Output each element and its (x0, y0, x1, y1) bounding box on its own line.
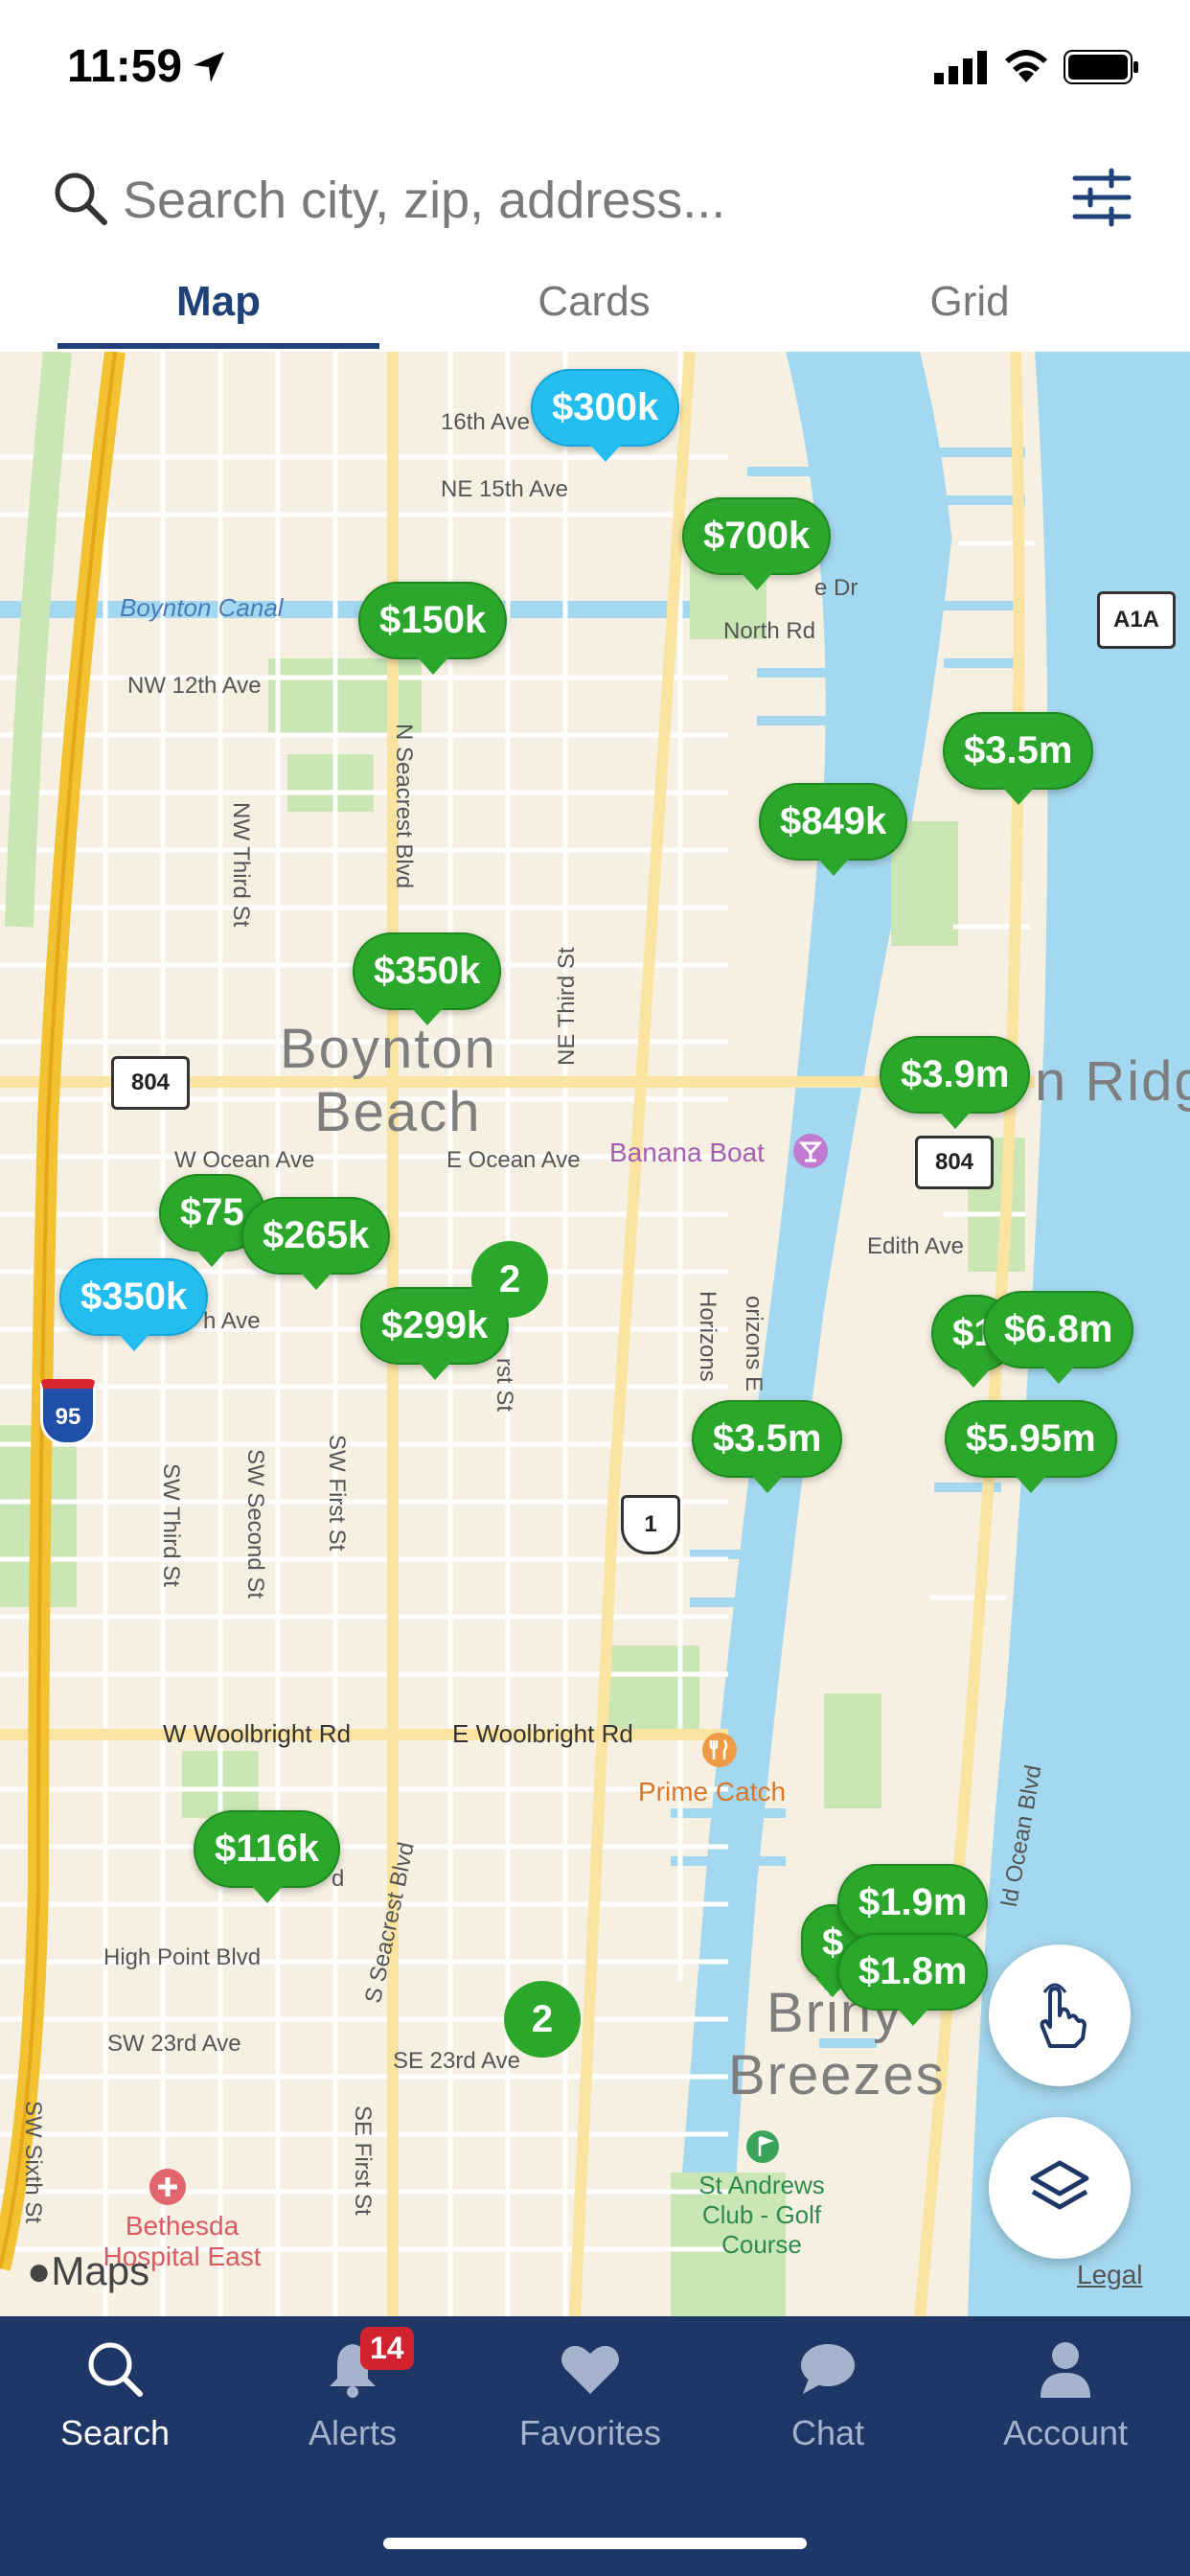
city-label: Breezes (728, 2044, 946, 2106)
street-label: N Seacrest Blvd (391, 724, 417, 889)
street-label: North Rd (723, 618, 816, 644)
street-label: W Woolbright Rd (163, 1719, 352, 1748)
street-label: SW Third St (158, 1463, 184, 1587)
street-label: High Point Blvd (103, 1944, 262, 1970)
interstate-95-shield: 95 (40, 1379, 96, 1445)
legal-link[interactable]: Legal (1077, 2260, 1143, 2290)
search-input[interactable]: Search city, zip, address... (123, 171, 725, 230)
street-label: 16th Ave (441, 409, 530, 435)
apple-maps-attribution: ●Maps (27, 2248, 150, 2293)
route-a1a-shield: A1A (1097, 591, 1176, 649)
hand-pointer-icon (1040, 1983, 1087, 2048)
listing-pin[interactable]: $1.8m (837, 1933, 989, 2026)
city-label: Beach (314, 1081, 482, 1143)
wifi-icon (1005, 50, 1047, 82)
route-804-shield: 804 (915, 1136, 994, 1189)
street-label: SE 23rd Ave (393, 2048, 520, 2074)
street-label: NW Third St (228, 802, 254, 928)
street-label: SW Sixth St (20, 2101, 46, 2224)
street-label: Edith Ave (867, 1233, 964, 1259)
status-bar: 11:59 (0, 0, 1190, 144)
listing-pin[interactable]: $350k (59, 1258, 209, 1351)
apple-logo-icon: ● (27, 2248, 52, 2293)
street-label: SW 23rd Ave (107, 2031, 241, 2057)
listing-cluster[interactable]: 2 (471, 1241, 548, 1318)
tab-search[interactable]: Search (0, 2338, 230, 2453)
street-label: Horizons (695, 1291, 721, 1382)
listing-pin[interactable]: $3.9m (880, 1036, 1031, 1129)
street-label: E Ocean Ave (446, 1147, 581, 1173)
listing-pin[interactable]: $6.8m (983, 1291, 1134, 1384)
status-time: 11:59 (67, 41, 183, 92)
golf-icon[interactable] (745, 2129, 780, 2164)
cocktail-icon[interactable] (792, 1133, 829, 1169)
listing-pin[interactable]: $350k (353, 932, 502, 1025)
street-label: SW Second St (242, 1449, 268, 1599)
listing-pin[interactable]: $700k (682, 497, 832, 590)
tab-label: Favorites (518, 2413, 662, 2452)
tab-favorites[interactable]: Favorites (475, 2338, 705, 2453)
street-label: SW First St (324, 1435, 350, 1552)
street-label: rst St (492, 1358, 517, 1413)
listing-pin[interactable]: $116k (194, 1810, 341, 1903)
restaurant-icon[interactable] (701, 1732, 738, 1768)
tab-map[interactable]: Map (27, 278, 410, 326)
person-icon (1041, 2342, 1090, 2398)
street-label: SE First St (350, 2105, 376, 2216)
listing-pin[interactable]: $300k (531, 369, 680, 462)
listing-pin[interactable]: $3.5m (943, 712, 1094, 805)
cellular-signal-icon (934, 51, 987, 84)
location-arrow-icon (194, 52, 224, 82)
waterway-label: Boynton Canal (120, 593, 284, 622)
listing-pin[interactable]: $1.9m (837, 1864, 989, 1957)
listing-pin[interactable]: $849k (759, 783, 908, 876)
tab-label: Search (59, 2413, 171, 2452)
battery-icon (1064, 50, 1138, 84)
hospital-icon[interactable] (149, 2168, 187, 2206)
tab-alerts[interactable]: Alerts (238, 2338, 468, 2453)
tab-grid[interactable]: Grid (778, 278, 1161, 326)
tab-cards[interactable]: Cards (402, 278, 786, 326)
city-label: Boynton (280, 1018, 497, 1080)
street-label: NE Third St (554, 947, 580, 1066)
street-label: e Dr (814, 575, 858, 601)
route-804-shield: 804 (111, 1056, 190, 1110)
listing-pin[interactable]: $150k (358, 582, 508, 675)
street-label: orizons E (741, 1296, 767, 1392)
tab-account[interactable]: Account (950, 2338, 1180, 2453)
tab-label: Account (1002, 2413, 1129, 2452)
heart-icon (561, 2345, 619, 2394)
street-label: W Ocean Ave (174, 1147, 315, 1173)
city-label: n Ridg (1035, 1050, 1190, 1113)
chat-icon (801, 2344, 855, 2394)
map-view[interactable]: 16th Ave NE 15th Ave Boynton Canal NW 12… (0, 352, 1190, 2316)
poi-label[interactable]: Banana Boat (609, 1138, 765, 1168)
listing-pin[interactable]: $3.5m (692, 1400, 843, 1493)
listing-cluster[interactable]: 2 (504, 1981, 581, 2058)
map-layers-button[interactable] (989, 2117, 1131, 2259)
street-label: NW 12th Ave (127, 673, 262, 699)
home-indicator (383, 2538, 807, 2549)
listing-pin[interactable]: $265k (241, 1197, 391, 1290)
search-icon (88, 2342, 143, 2397)
street-label: h Ave (203, 1308, 261, 1334)
us-1-shield: 1 (621, 1495, 680, 1554)
tab-label: Alerts (308, 2413, 398, 2452)
search-icon (55, 172, 107, 225)
tab-label: Chat (790, 2413, 865, 2452)
active-tab-indicator (57, 343, 379, 349)
layers-icon (1030, 2160, 1089, 2210)
street-label: NE 15th Ave (441, 476, 568, 502)
street-label: E Woolbright Rd (452, 1719, 633, 1748)
filter-sliders-icon[interactable] (1071, 167, 1133, 228)
poi-label[interactable]: Prime Catch (638, 1777, 786, 1807)
alerts-count-badge: 14 (360, 2327, 414, 2370)
poi-label[interactable]: St Andrews Club - Golf Course (671, 2171, 853, 2260)
tab-chat[interactable]: Chat (713, 2338, 943, 2453)
listing-pin[interactable]: $5.95m (945, 1400, 1117, 1493)
draw-search-button[interactable] (989, 1944, 1131, 2086)
